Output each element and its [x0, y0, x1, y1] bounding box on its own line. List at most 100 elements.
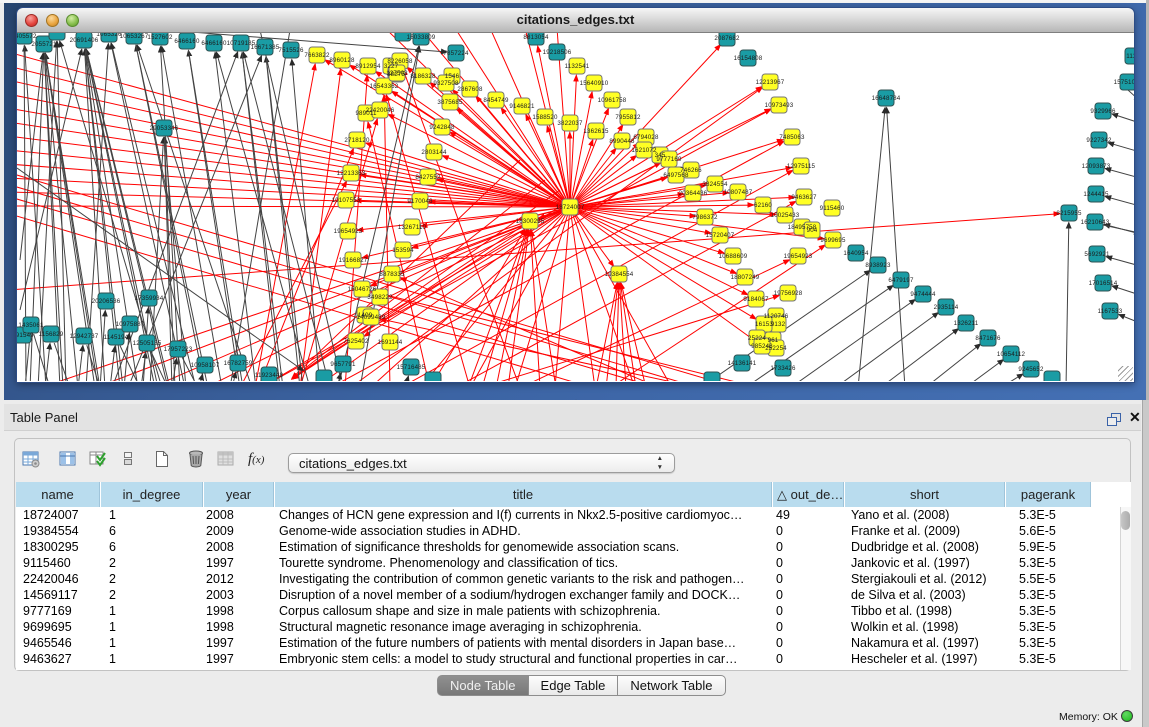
svg-text:12213967: 12213967 [756, 79, 785, 86]
svg-text:1244415: 1244415 [1083, 191, 1109, 198]
svg-text:1326211: 1326211 [954, 320, 979, 327]
svg-text:1405572: 1405572 [17, 33, 37, 40]
svg-text:3824554: 3824554 [702, 181, 728, 188]
svg-text:1588520: 1588520 [532, 114, 558, 121]
svg-text:3875685: 3875685 [437, 99, 463, 106]
svg-text:127503: 127503 [386, 70, 408, 77]
svg-text:2803144: 2803144 [421, 149, 447, 156]
svg-text:8427552: 8427552 [415, 174, 441, 181]
svg-text:10025433: 10025433 [771, 212, 800, 219]
svg-text:16033809: 16033809 [407, 34, 436, 41]
svg-text:9170046: 9170046 [407, 198, 433, 205]
svg-text:2055721: 2055721 [31, 41, 57, 48]
svg-text:7485063: 7485063 [779, 134, 805, 141]
svg-text:9146821: 9146821 [509, 103, 535, 110]
svg-text:12975115: 12975115 [787, 163, 816, 170]
svg-text:10653267: 10653267 [120, 33, 149, 40]
svg-text:1145194: 1145194 [104, 334, 129, 341]
svg-text:1065326: 1065326 [96, 33, 122, 38]
svg-text:19756928: 19756928 [774, 290, 803, 297]
svg-text:2935114: 2935114 [934, 304, 959, 311]
svg-text:9474444: 9474444 [910, 291, 936, 298]
svg-text:9463627: 9463627 [791, 194, 817, 201]
svg-text:10654112: 10654112 [997, 351, 1026, 358]
svg-text:2867608: 2867608 [457, 86, 483, 93]
svg-text:904: 904 [807, 227, 818, 234]
svg-text:16648784: 16648784 [872, 95, 901, 102]
svg-text:62160: 62160 [754, 202, 772, 209]
svg-text:16210643: 16210643 [1081, 219, 1110, 226]
svg-text:9327508: 9327508 [433, 80, 459, 87]
svg-text:2718120: 2718120 [344, 137, 370, 144]
svg-text:17957223: 17957223 [164, 346, 193, 353]
svg-text:9115460: 9115460 [820, 205, 845, 212]
svg-text:7625402: 7625402 [343, 338, 369, 345]
svg-text:8990448: 8990448 [609, 138, 635, 145]
svg-text:18724007: 18724007 [556, 204, 585, 211]
svg-text:1527602: 1527602 [147, 34, 173, 41]
svg-text:9184067: 9184067 [743, 296, 769, 303]
svg-text:1156829: 1156829 [39, 331, 64, 338]
svg-text:9657791: 9657791 [330, 361, 356, 368]
svg-text:9329966: 9329966 [1090, 108, 1116, 115]
svg-text:1117: 1117 [1126, 53, 1134, 60]
svg-text:22420046: 22420046 [366, 107, 395, 114]
svg-text:6479197: 6479197 [888, 277, 914, 284]
svg-text:7857224: 7857224 [443, 50, 469, 57]
svg-text:18300295: 18300295 [516, 218, 545, 225]
svg-text:1435061: 1435061 [18, 322, 44, 329]
svg-text:15720407: 15720407 [706, 232, 735, 239]
svg-text:9777169: 9777169 [656, 156, 682, 163]
svg-text:2087682: 2087682 [714, 35, 740, 42]
svg-text:1362615: 1362615 [583, 128, 609, 135]
svg-text:16153: 16153 [755, 321, 773, 328]
svg-text:12213363: 12213363 [337, 170, 366, 177]
svg-text:10975887: 10975887 [116, 321, 145, 328]
svg-text:13267110: 13267110 [398, 224, 427, 231]
svg-text:1640954: 1640954 [843, 250, 869, 257]
svg-text:19166827: 19166827 [339, 257, 368, 264]
svg-text:10958107: 10958107 [191, 362, 220, 369]
svg-text:6466160: 6466160 [174, 38, 200, 45]
svg-text:29053346: 29053346 [150, 125, 179, 132]
svg-text:9699695: 9699695 [820, 237, 846, 244]
svg-text:8813054: 8813054 [523, 34, 549, 41]
svg-text:5692921: 5692921 [1084, 251, 1110, 258]
svg-text:10807487: 10807487 [724, 189, 753, 196]
svg-text:1120746: 1120746 [764, 313, 789, 320]
svg-text:20691406: 20691406 [70, 37, 99, 44]
svg-text:19654923: 19654923 [334, 228, 363, 235]
svg-text:7986372: 7986372 [692, 214, 718, 221]
svg-text:1132541: 1132541 [565, 63, 590, 70]
svg-text:8186328: 8186328 [410, 73, 436, 80]
svg-text:20364436: 20364436 [679, 190, 708, 197]
svg-text:9132: 9132 [771, 321, 786, 328]
svg-text:6794028: 6794028 [633, 134, 659, 141]
svg-text:8454749: 8454749 [483, 97, 509, 104]
svg-text:18807249: 18807249 [731, 274, 760, 281]
svg-text:9242848: 9242848 [429, 124, 455, 131]
svg-text:15640910: 15640910 [580, 80, 609, 87]
svg-text:16046726: 16046726 [348, 286, 377, 293]
svg-text:8226058: 8226058 [387, 58, 413, 65]
svg-text:3822037: 3822037 [557, 120, 583, 127]
svg-text:991549: 991549 [17, 332, 34, 339]
svg-text:7955812: 7955812 [615, 114, 641, 121]
svg-text:985248: 985248 [751, 343, 773, 350]
svg-text:1691144: 1691144 [378, 339, 403, 346]
svg-text:8960128: 8960128 [329, 57, 355, 64]
svg-text:8471676: 8471676 [975, 335, 1001, 342]
svg-text:14099489: 14099489 [357, 314, 386, 321]
svg-text:16782759: 16782759 [224, 360, 253, 367]
svg-text:9245652: 9245652 [1018, 366, 1044, 373]
svg-text:25224: 25224 [748, 335, 766, 342]
svg-text:8912954: 8912954 [355, 63, 381, 70]
svg-text:10688609: 10688609 [719, 253, 748, 260]
svg-text:10961758: 10961758 [598, 97, 627, 104]
svg-text:6466160: 6466160 [201, 40, 227, 47]
svg-text:16543362: 16543362 [370, 83, 399, 90]
svg-text:16154808: 16154808 [734, 55, 763, 62]
svg-text:12942737: 12942737 [70, 333, 99, 340]
svg-text:7515526: 7515526 [278, 47, 304, 54]
svg-text:11923448: 11923448 [255, 372, 284, 379]
